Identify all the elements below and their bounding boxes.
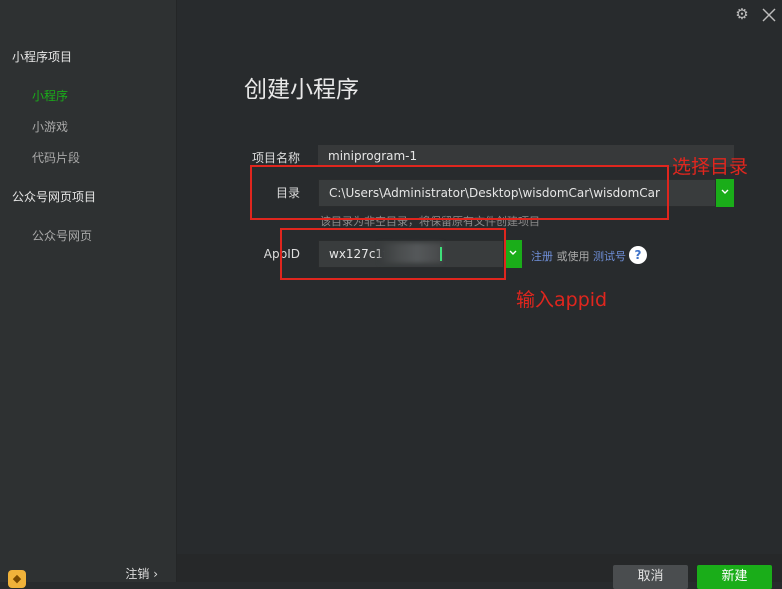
or-use-text: 或使用	[556, 250, 590, 263]
close-icon[interactable]	[760, 6, 778, 24]
test-account-link[interactable]: 测试号	[593, 250, 626, 263]
bottom-bar	[177, 554, 782, 582]
annotation-box-appid	[280, 228, 506, 280]
cancel-button[interactable]: 取消	[613, 565, 688, 589]
sidebar: 小程序项目 小程序 小游戏 代码片段 公众号网页项目 公众号网页 ◆ 注销 ›	[0, 0, 177, 588]
sidebar-item-miniprogram[interactable]: 小程序	[32, 87, 68, 104]
appid-dropdown-icon[interactable]	[504, 240, 522, 268]
annotation-enter-appid: 输入appid	[516, 289, 608, 311]
register-link[interactable]: 注册	[531, 250, 553, 263]
create-button[interactable]: 新建	[697, 565, 772, 589]
page-title: 创建小程序	[244, 77, 359, 103]
sidebar-group-miniprogram: 小程序项目	[12, 50, 73, 64]
gear-icon[interactable]: ⚙	[734, 6, 750, 22]
sidebar-item-minigame[interactable]: 小游戏	[32, 118, 68, 135]
avatar: ◆	[8, 570, 26, 588]
sidebar-footer: ◆ 注销 ›	[0, 556, 176, 588]
sidebar-item-official-web[interactable]: 公众号网页	[32, 227, 92, 244]
logout-button[interactable]: 注销 ›	[125, 565, 158, 582]
help-icon[interactable]: ?	[629, 246, 647, 264]
project-name-label: 项目名称	[251, 151, 300, 165]
annotation-choose-directory: 选择目录	[672, 156, 749, 178]
appid-links: 注册 或使用 测试号	[531, 248, 626, 264]
sidebar-item-code-snippet[interactable]: 代码片段	[32, 149, 80, 166]
sidebar-group-official-account: 公众号网页项目	[12, 190, 97, 204]
annotation-box-directory	[250, 165, 669, 220]
chevron-down-icon[interactable]	[716, 179, 734, 207]
